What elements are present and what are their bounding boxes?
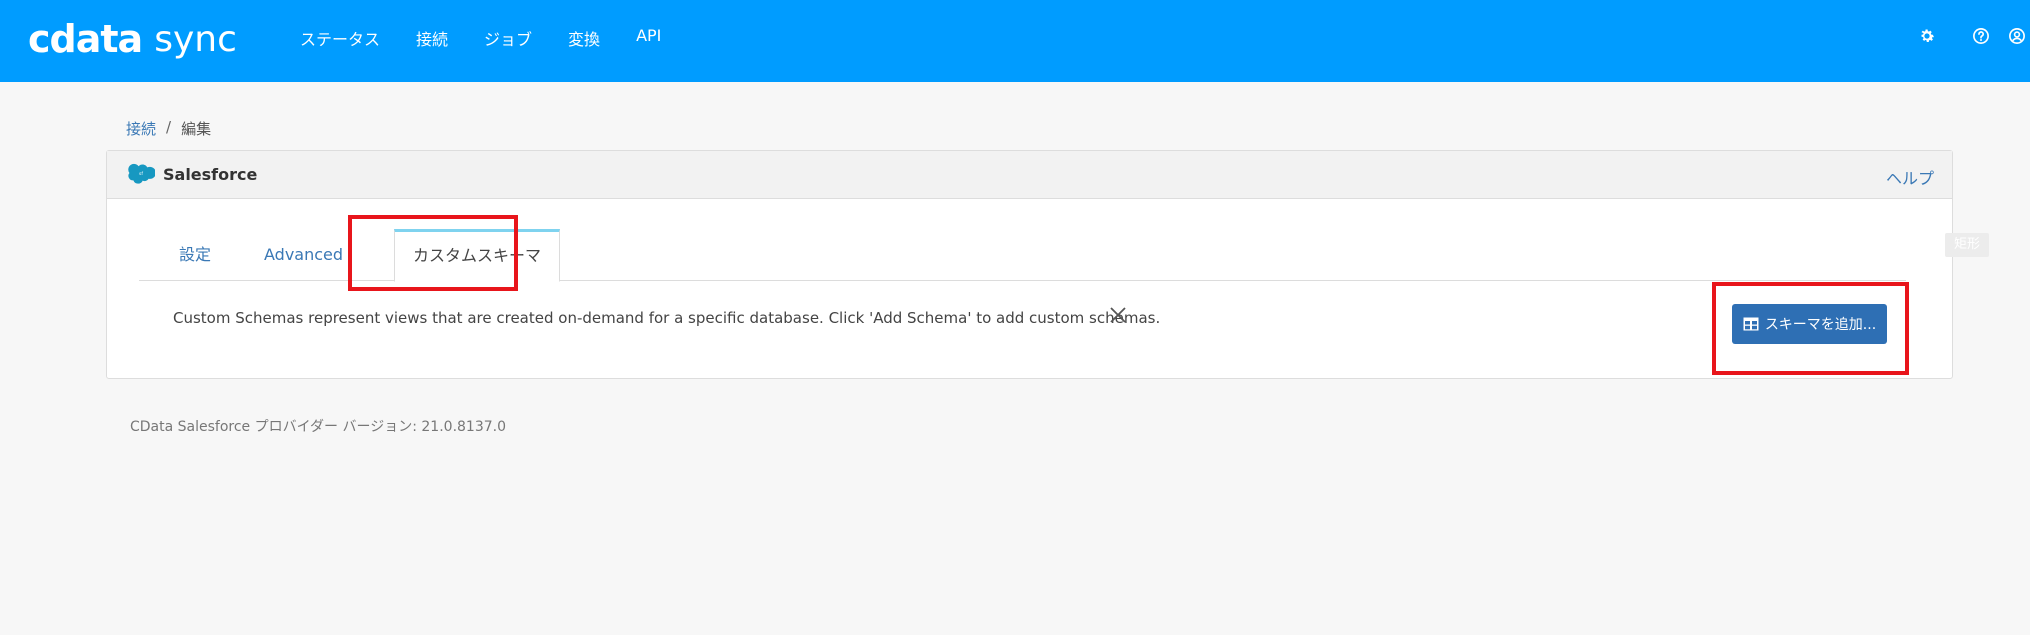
gear-icon[interactable]: [1917, 26, 1937, 46]
help-link[interactable]: ヘルプ: [1886, 165, 1934, 189]
card-title: Salesforce: [163, 165, 258, 184]
help-icon[interactable]: [1971, 26, 1991, 46]
connection-card: sf Salesforce ヘルプ 設定 Advanced カスタムスキーマ C…: [106, 150, 1953, 379]
nav-status[interactable]: ステータス: [300, 26, 380, 50]
salesforce-cloud-icon: sf: [128, 163, 155, 184]
nav-jobs[interactable]: ジョブ: [484, 26, 532, 50]
user-icon[interactable]: [2007, 26, 2027, 46]
breadcrumb-current: 編集: [181, 120, 212, 138]
ghost-shape-label: 矩形: [1945, 233, 1989, 257]
main-nav: ステータス 接続 ジョブ 変換 API: [300, 26, 697, 50]
cdata-sync-logo[interactable]: cdata sync: [28, 14, 237, 64]
breadcrumb-connections-link[interactable]: 接続: [126, 118, 156, 139]
card-header: sf Salesforce ヘルプ: [107, 151, 1952, 199]
nav-transformations[interactable]: 変換: [568, 26, 600, 50]
table-icon: [1743, 317, 1759, 331]
tab-settings[interactable]: 設定: [161, 229, 229, 281]
svg-text:sf: sf: [139, 171, 143, 177]
custom-schema-info-text: Custom Schemas represent views that are …: [173, 309, 1161, 327]
top-navbar: cdata sync ステータス 接続 ジョブ 変換 API: [0, 0, 2030, 82]
nav-api[interactable]: API: [636, 26, 661, 50]
close-icon[interactable]: [1107, 304, 1129, 326]
provider-version: CData Salesforce プロバイダー バージョン: 21.0.8137…: [130, 419, 507, 435]
nav-connections[interactable]: 接続: [416, 26, 448, 50]
tab-bar: 設定 Advanced カスタムスキーマ: [139, 229, 1906, 282]
brand-main: cdata: [28, 17, 143, 61]
tab-custom-schema[interactable]: カスタムスキーマ: [394, 229, 561, 282]
add-schema-label: スキーマを追加...: [1764, 317, 1877, 333]
breadcrumb-separator: /: [166, 118, 172, 136]
tab-advanced[interactable]: Advanced: [246, 229, 361, 281]
brand-sub: sync: [154, 18, 237, 60]
breadcrumb: 接続 / 編集: [126, 118, 211, 139]
add-schema-button[interactable]: スキーマを追加...: [1732, 304, 1887, 344]
